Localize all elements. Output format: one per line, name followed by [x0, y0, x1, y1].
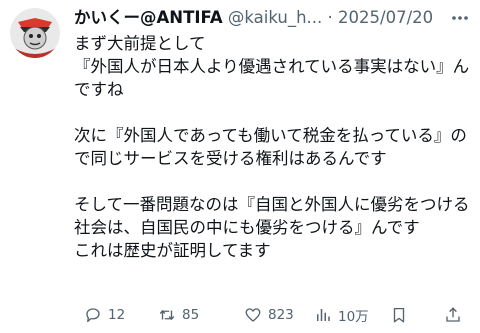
- display-name[interactable]: かいくー@ANTIFA: [74, 8, 223, 27]
- tweet-text: まず大前提として 『外国人が日本人より優遇されている事実はない』んですね 次に『…: [74, 32, 474, 262]
- retweet-button[interactable]: 85: [158, 300, 199, 330]
- tweet-paragraph: そして一番問題なのは『自国と外国人に優劣をつける社会は、自国民の中にも優劣をつけ…: [74, 195, 470, 260]
- bookmark-icon: [393, 307, 405, 323]
- tweet-header: かいくー@ANTIFA @kaiku_h... · 2025/07/20: [74, 6, 434, 30]
- tweet-paragraph-spacer: [74, 170, 474, 193]
- more-dots-icon: [452, 16, 468, 20]
- action-bar: 12 85 823 10万: [74, 300, 474, 330]
- retweet-count: 85: [182, 307, 200, 323]
- reply-button[interactable]: 12: [84, 300, 125, 330]
- avatar[interactable]: [10, 8, 60, 58]
- like-count: 823: [268, 307, 294, 323]
- separator-dot: ·: [327, 8, 333, 27]
- reply-icon: [86, 308, 100, 323]
- bookmark-button[interactable]: [390, 300, 408, 330]
- like-button[interactable]: 823: [244, 300, 294, 330]
- tweet-card[interactable]: かいくー@ANTIFA @kaiku_h... · 2025/07/20 まず大…: [0, 0, 480, 333]
- avatar-image: [10, 8, 60, 58]
- share-button[interactable]: [444, 300, 462, 330]
- tweet-paragraph-spacer: [74, 101, 474, 124]
- views-button[interactable]: 10万: [314, 300, 369, 330]
- reply-count: 12: [108, 307, 126, 323]
- user-handle[interactable]: @kaiku_h...: [228, 8, 322, 27]
- tweet-date[interactable]: 2025/07/20: [338, 8, 433, 27]
- heart-icon: [245, 308, 261, 322]
- retweet-icon: [159, 309, 175, 321]
- tweet-paragraph: まず大前提として 『外国人が日本人より優遇されている事実はない』んですね: [74, 34, 470, 99]
- share-icon: [446, 307, 460, 322]
- tweet-paragraph: 次に『外国人であっても働いて税金を払っている』ので同じサービスを受ける権利はある…: [74, 126, 467, 168]
- views-count: 10万: [338, 309, 369, 325]
- more-button[interactable]: [446, 6, 474, 30]
- views-icon: [317, 309, 330, 321]
